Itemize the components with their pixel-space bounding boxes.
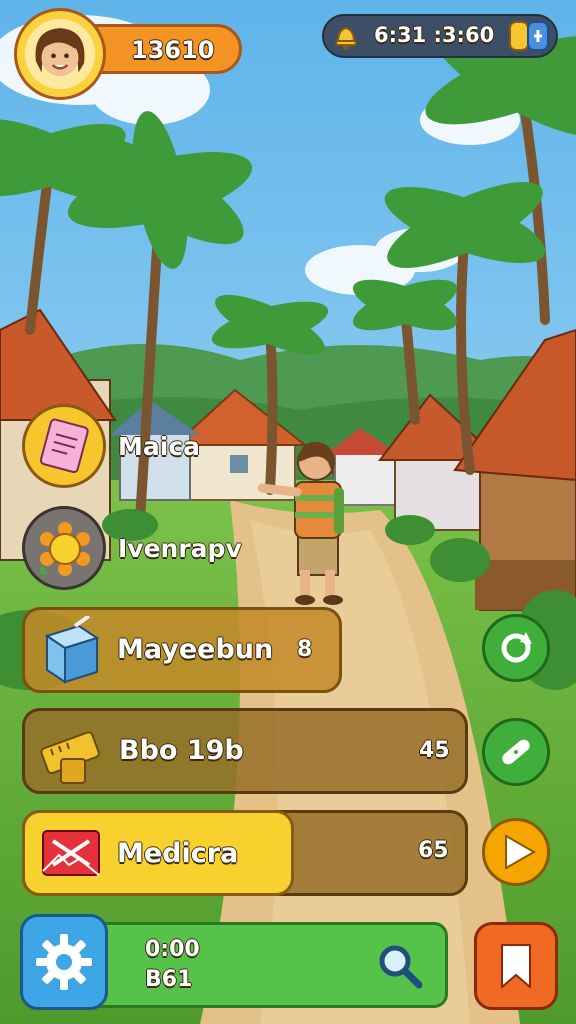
play-button[interactable] [482, 818, 550, 886]
quest-label: Mayeebun [117, 634, 274, 665]
gear-icon [36, 934, 92, 990]
battery-icon [508, 18, 552, 54]
quest-row[interactable]: Mayeebun 8 [22, 607, 342, 693]
bottom-status-bar: 0:00 B61 [76, 922, 448, 1008]
quest-label: Bbo 19b [119, 735, 244, 766]
quest-value: 8 [297, 637, 313, 662]
quest-row[interactable]: Medicra [22, 810, 294, 896]
tape-measure-icon [37, 719, 107, 789]
bottom-time-line1: 0:00 [145, 937, 200, 962]
menu-button-maica[interactable] [22, 404, 106, 488]
play-icon [505, 834, 537, 870]
menu-label-maica: Maica [118, 432, 201, 461]
medical-kit-icon [39, 825, 103, 883]
search-icon [379, 945, 423, 989]
milk-box-icon [39, 614, 105, 686]
quest-value: 45 [419, 738, 450, 763]
note-icon [39, 418, 89, 474]
clock-bar: 6:31 :3:60 [322, 14, 558, 58]
bottom-time-line2: B61 [145, 967, 193, 992]
sun-badge-icon [39, 522, 90, 576]
search-button[interactable] [375, 941, 425, 991]
bookmark-button[interactable] [474, 922, 558, 1010]
bell-icon[interactable] [330, 20, 362, 52]
menu-button-ivenrapv[interactable] [22, 506, 106, 590]
quest-row[interactable]: Bbo 19b 45 [22, 708, 468, 794]
score-value: 13610 [131, 36, 215, 64]
clock-value: 6:31 :3:60 [374, 23, 495, 47]
settings-button[interactable] [20, 914, 108, 1010]
bookmark-icon [501, 944, 531, 990]
player-avatar[interactable] [14, 8, 106, 100]
refresh-icon [501, 632, 532, 663]
menu-label-ivenrapv: Ivenrapv [118, 534, 242, 563]
bandage-icon [502, 739, 530, 765]
quest-value: 65 [418, 838, 449, 863]
woman-face-icon [24, 18, 96, 90]
bandage-button[interactable] [482, 718, 550, 786]
quest-label: Medicra [117, 838, 239, 869]
refresh-button[interactable] [482, 614, 550, 682]
